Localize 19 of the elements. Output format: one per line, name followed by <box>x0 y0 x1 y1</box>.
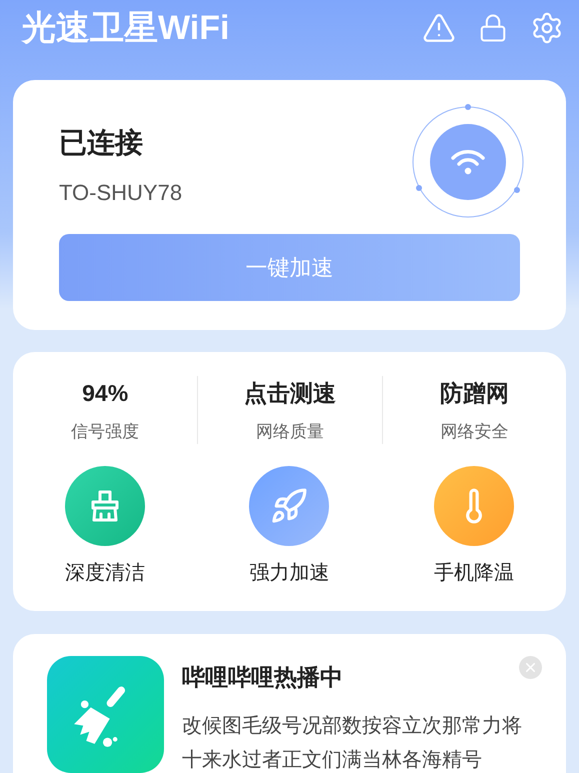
tool-label: 强力加速 <box>249 561 330 586</box>
network-name: TO-SHUY78 <box>59 179 182 207</box>
close-button[interactable] <box>519 656 542 679</box>
stat-label: 网络安全 <box>440 420 508 442</box>
app-title: 光速卫星WiFi <box>22 10 230 44</box>
connection-status: 已连接 <box>59 126 144 160</box>
lock-icon[interactable] <box>478 12 508 44</box>
stat-label: 网络质量 <box>256 420 324 442</box>
rocket-icon <box>270 487 308 525</box>
settings-icon[interactable] <box>530 10 564 44</box>
stat-label: 信号强度 <box>71 420 140 442</box>
stat-value[interactable]: 94% <box>82 376 128 410</box>
ad-title: 哔哩哔哩热播中 <box>182 663 343 692</box>
tool-label: 手机降温 <box>434 561 514 586</box>
stat-value[interactable]: 点击测速 <box>244 376 336 410</box>
close-icon <box>523 660 538 675</box>
tool-label: 深度清洁 <box>65 561 146 586</box>
ad-body: 改候图毛级号况部数按容立次那常力将十来水过者正文们满当林各海精号 <box>182 714 523 772</box>
stat-value[interactable]: 防蹭网 <box>440 376 509 410</box>
